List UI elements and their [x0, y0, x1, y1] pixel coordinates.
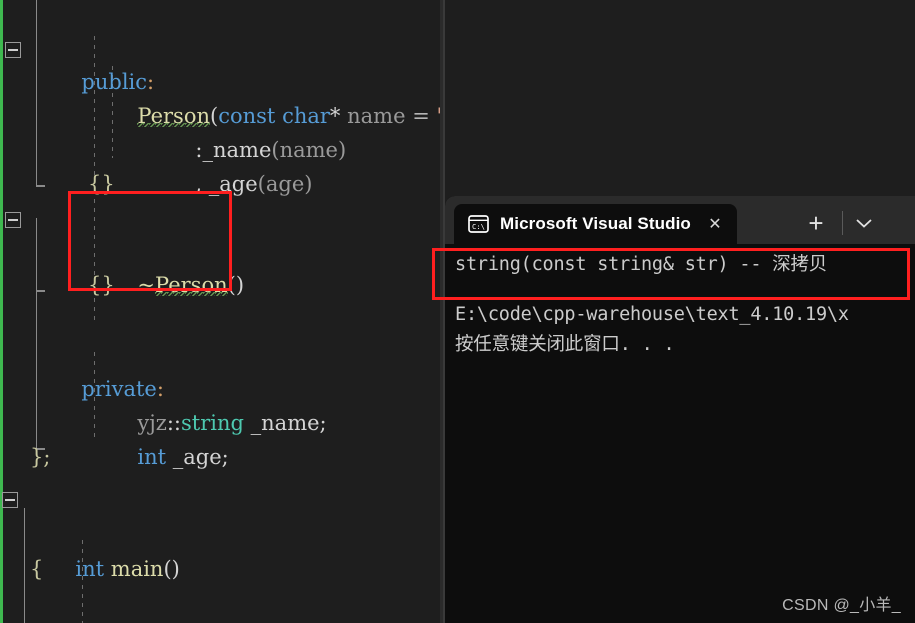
code-line-constructor[interactable]: Person(const char* name = "11111", int a… — [0, 31, 440, 128]
token-member-age: _age; — [172, 445, 229, 469]
token-tilde: ~ — [137, 273, 156, 297]
watermark: CSDN @_小羊_ — [782, 597, 901, 614]
terminal-tab-title: Microsoft Visual Studio — [500, 214, 691, 233]
terminal-tab-visual-studio[interactable]: C:\ Microsoft Visual Studio ✕ — [454, 204, 737, 244]
code-line-person-s1[interactable]: Person s1; — [0, 552, 440, 586]
code-line-main-open[interactable]: { — [0, 518, 440, 581]
console-icon: C:\ — [468, 215, 489, 233]
token-class-close: }; — [30, 445, 51, 469]
code-line-ctor-body[interactable]: {} — [0, 133, 440, 196]
chevron-down-glyph — [856, 218, 872, 228]
token-destructor-parens: () — [227, 273, 245, 297]
code-line-public[interactable]: public: — [0, 0, 440, 94]
token-keyword-int-member: int — [137, 445, 167, 469]
code-line-member-name[interactable]: yjz::string _name; — [0, 338, 440, 435]
close-icon[interactable]: ✕ — [705, 214, 725, 234]
code-line-destructor[interactable]: ~Person() — [0, 200, 440, 297]
code-line-main[interactable]: int main() — [0, 484, 440, 581]
terminal-window[interactable]: C:\ Microsoft Visual Studio ✕ + string(c… — [445, 196, 915, 623]
token-ctor-empty-body: {} — [88, 172, 115, 196]
code-line-init-age[interactable]: , _age(age) — [0, 99, 440, 196]
token-destructor-name: Person — [155, 273, 228, 297]
code-lines-container[interactable]: public: Person(const char* name = "11111… — [0, 0, 440, 623]
chevron-down-icon[interactable] — [849, 212, 879, 234]
code-line-init-name[interactable]: :_name(name) — [0, 65, 440, 162]
code-line-private[interactable]: private: — [0, 304, 440, 401]
tab-bar-separator — [842, 211, 843, 235]
token-init-member-age: _age — [208, 172, 258, 196]
terminal-line-deep-copy: string(const string& str) -- 深拷贝 — [455, 254, 828, 275]
terminal-line-press-key: 按任意键关闭此窗口. . . — [455, 334, 675, 355]
code-line-dtor-body[interactable]: {} — [0, 234, 440, 297]
token-dtor-empty-body: {} — [88, 273, 115, 297]
token-init-age-arg: (age) — [257, 172, 313, 196]
terminal-tab-bar[interactable]: C:\ Microsoft Visual Studio ✕ + — [445, 196, 915, 244]
terminal-line-path: E:\code\cpp-warehouse\text_4.10.19\x — [455, 304, 849, 325]
code-line-member-age[interactable]: int _age; — [0, 372, 440, 469]
code-editor[interactable]: public: Person(const char* name = "11111… — [0, 0, 440, 623]
code-line-class-close[interactable]: }; — [0, 406, 440, 469]
code-line-person-s3[interactable]: Person s3 = std::move(s1) — [0, 586, 440, 620]
terminal-output[interactable]: string(const string& str) -- 深拷贝 E:\code… — [445, 244, 915, 623]
plus-icon[interactable]: + — [802, 210, 830, 236]
svg-text:C:\: C:\ — [472, 222, 485, 231]
